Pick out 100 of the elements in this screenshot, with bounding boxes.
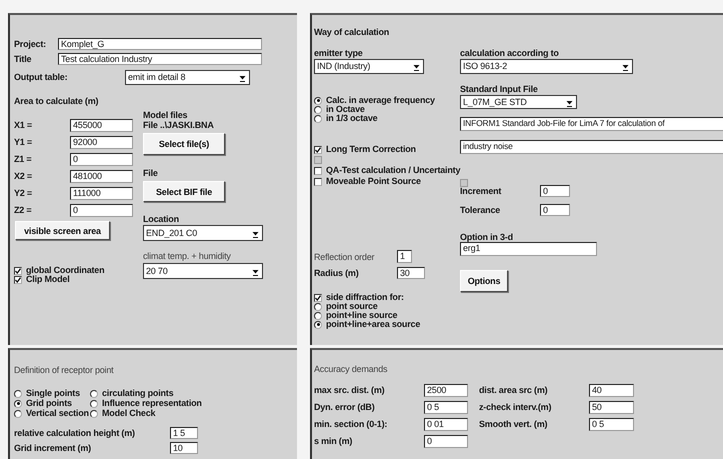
text-field[interactable]: 111000 [70, 187, 133, 200]
checkbox-label: side diffraction for: [326, 293, 404, 302]
file-name: File ..\JASKI.BNA [143, 121, 214, 130]
radio-button[interactable] [90, 390, 98, 398]
radio-button[interactable] [314, 312, 322, 320]
text-field[interactable]: 50 [589, 401, 634, 414]
text-field[interactable]: 2500 [424, 384, 468, 397]
radio-button[interactable] [314, 302, 322, 310]
radio-button[interactable] [314, 106, 322, 114]
text-field[interactable]: 481000 [70, 170, 133, 183]
text-field[interactable]: industry noise [460, 140, 723, 154]
coordinate-label: Y2 = [14, 189, 33, 198]
checkbox[interactable] [314, 294, 322, 302]
field-label: z-check interv.(m) [479, 403, 552, 412]
field-label: relative calculation height (m) [14, 428, 136, 438]
field-label: emitter type [314, 49, 363, 58]
text-field[interactable]: 1 5 [170, 427, 198, 439]
radio-label: Model Check [102, 409, 156, 418]
field-label: Title [14, 54, 32, 64]
coordinate-label: Z2 = [14, 206, 32, 215]
field-label: Radius (m) [314, 268, 360, 278]
radio-button[interactable] [90, 410, 98, 418]
dropdown[interactable]: IND (Industry) [314, 59, 424, 74]
dropdown[interactable]: END_201 C0 [143, 225, 263, 241]
section-heading: Definition of receptor point [14, 366, 114, 375]
checkbox[interactable] [14, 266, 22, 274]
text-field[interactable]: 0 [424, 435, 468, 448]
checkbox-label: Long Term Correction [326, 145, 416, 154]
dropdown[interactable]: L_07M_GE STD [460, 95, 577, 109]
radio-label: Grid points [26, 399, 72, 408]
checkbox[interactable] [314, 166, 322, 174]
checkbox[interactable] [14, 276, 22, 284]
text-field[interactable]: 0 [540, 185, 570, 197]
field-label: calculation according to [460, 49, 559, 58]
checkbox-label: Clip Model [26, 275, 70, 284]
radio-button[interactable] [314, 320, 322, 328]
radio-button[interactable] [314, 114, 322, 122]
radio-button[interactable] [314, 96, 322, 104]
button[interactable]: Select BIF file [143, 181, 225, 202]
text-field[interactable]: 92000 [70, 136, 133, 149]
radio-button[interactable] [14, 410, 22, 418]
checkbox[interactable] [314, 178, 322, 186]
text-field[interactable]: Test calculation Industry [58, 53, 262, 65]
text-field[interactable]: 0 5 [589, 418, 634, 431]
radio-button[interactable] [14, 400, 22, 408]
button[interactable]: Options [460, 270, 508, 292]
section-heading: Way of calculation [314, 28, 390, 37]
field-label: Standard Input File [460, 85, 538, 94]
radio-button[interactable] [14, 390, 22, 398]
field-label: Location [143, 215, 179, 224]
checkbox-label: global Coordinaten [26, 266, 104, 275]
text-field[interactable]: 10 [170, 442, 198, 454]
text-field[interactable]: erg1 [460, 242, 597, 256]
dropdown[interactable]: emit im detail 8 [125, 70, 250, 85]
field-label: Tolerance [460, 206, 502, 214]
text-field[interactable]: 0 [70, 153, 133, 166]
field-label: Option in 3-d [460, 233, 513, 242]
radio-label: point source [326, 302, 378, 311]
field-label: Dyn. error (dB) [314, 403, 376, 412]
coordinate-label: Z1 = [14, 155, 32, 164]
coordinate-label: X2 = [14, 172, 33, 181]
radio-label: point+line+area source [326, 320, 420, 329]
radio-label: in 1/3 octave [326, 114, 378, 123]
field-label: min. section (0-1): [314, 420, 388, 429]
radio-label: in Octave [326, 105, 365, 114]
text-field[interactable]: 40 [589, 384, 634, 397]
radio-label: point+line source [326, 311, 398, 320]
field-label: Project: [14, 40, 47, 48]
field-label: Output table: [14, 73, 68, 82]
field-label: Increment [460, 186, 502, 196]
radio-label: Vertical section [26, 409, 89, 418]
radio-label: Influence representation [102, 399, 202, 408]
field-label: Reflection order [314, 251, 376, 263]
coordinate-label: X1 = [14, 121, 33, 130]
dropdown[interactable]: 20 70 [143, 263, 263, 279]
radio-label: circulating points [102, 389, 174, 398]
text-field[interactable]: 0 [540, 204, 570, 216]
text-field[interactable]: 30 [397, 267, 425, 279]
button[interactable]: visible screen area [15, 221, 110, 240]
field-label: s min (m) [314, 437, 354, 446]
text-field[interactable]: Komplet_G [58, 38, 262, 50]
radio-label: Calc. in average frequency [326, 96, 435, 105]
text-field[interactable]: INFORM1 Standard Job-File for LimA 7 for calculation of [460, 117, 723, 131]
text-field[interactable]: 0 01 [424, 418, 468, 431]
section-heading: Model files [143, 111, 188, 120]
checkbox-label: Moveable Point Source [326, 177, 421, 186]
checkbox[interactable] [314, 146, 322, 154]
button[interactable]: Select file(s) [143, 133, 225, 155]
dropdown[interactable]: ISO 9613-2 [460, 59, 633, 74]
section-heading: Accuracy demands [314, 365, 388, 374]
text-field[interactable]: 455000 [70, 119, 133, 132]
text-field[interactable]: 0 5 [424, 401, 468, 414]
radio-button[interactable] [90, 400, 98, 408]
text-field[interactable]: 1 [397, 250, 412, 263]
field-label: Smooth vert. (m) [479, 420, 548, 429]
field-label: dist. area src (m) [479, 386, 548, 395]
field-label: climat temp. + humidity [143, 252, 231, 261]
section-heading: Area to calculate (m) [14, 97, 98, 106]
field-label: max src. dist. (m) [314, 386, 386, 395]
text-field[interactable]: 0 [70, 204, 133, 217]
